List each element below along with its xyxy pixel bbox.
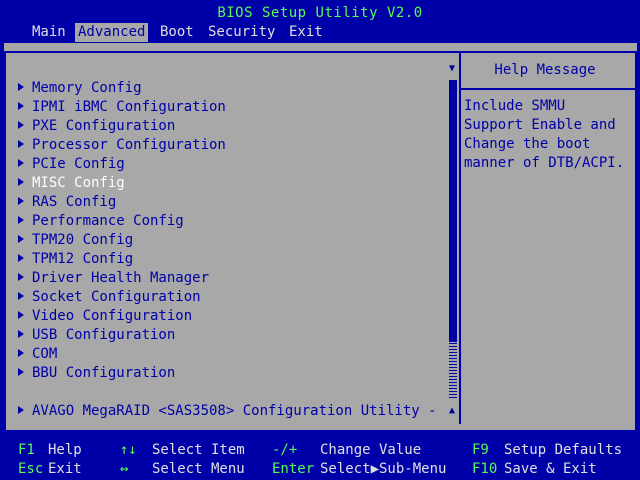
bios-title: BIOS Setup Utility V2.0 [217,5,423,21]
submenu-arrow-icon [18,368,24,376]
submenu-arrow-icon [18,83,24,91]
submenu-arrow-icon [18,273,24,281]
menu-entry-label: Video Configuration [32,308,193,324]
key-legend: F1 Help Esc Exit ↑↓ Select Item ↔ Select… [0,438,640,480]
menu-entry-label: Performance Config [32,213,184,229]
menu-entry-label: TPM20 Config [32,232,134,248]
tab-exit[interactable]: Exit [286,23,326,42]
key-enter-desc: Select▶Sub-Menu [320,461,447,477]
submenu-arrow-icon [18,292,24,300]
menu-entry[interactable]: PCIe Config [18,155,125,174]
menu-entry[interactable]: TPM12 Config [18,250,133,269]
submenu-arrow-icon [18,159,24,167]
submenu-arrow-icon [18,140,24,148]
submenu-arrow-icon [18,330,24,338]
menu-entry[interactable]: MISC Config [18,174,125,193]
tab-main[interactable]: Main [29,23,69,42]
submenu-arrow-icon [18,102,24,110]
menu-entry-label: Socket Configuration [32,289,201,305]
key-f10: F10 [472,461,498,477]
submenu-arrow-icon [18,235,24,243]
menu-bar: Main Advanced Boot Security Exit [0,22,640,43]
menu-entry-label: RAS Config [32,194,117,210]
menu-entry-label: MISC Config [32,175,125,191]
key-leftright: ↔ [120,461,129,477]
submenu-arrow-icon [18,254,24,262]
help-panel: Help Message Include SMMU Support Enable… [461,51,637,424]
tab-boot[interactable]: Boot [157,23,197,42]
menu-entry-label: AVAGO MegaRAID <SAS3508> Configuration U… [32,403,437,419]
menu-entry[interactable]: Socket Configuration [18,288,201,307]
key-updown-desc: Select Item [152,442,245,458]
menu-entry-label: PCIe Config [32,156,125,172]
scroll-down-icon[interactable]: ▼ [447,64,457,74]
submenu-arrow-icon [18,216,24,224]
key-enter: Enter [272,461,315,477]
menu-entry-label: USB Configuration [32,327,176,343]
key-f9: F9 [472,442,489,458]
scrollbar-thumb[interactable] [449,80,457,342]
key-f1: F1 [18,442,35,458]
menu-entry-label: Memory Config [32,80,142,96]
scroll-up-icon[interactable]: ▲ [447,406,457,416]
menu-entry[interactable]: BBU Configuration [18,364,175,383]
menu-entry[interactable]: Video Configuration [18,307,192,326]
menu-entry[interactable]: TPM20 Config [18,231,133,250]
help-title: Help Message [494,62,596,78]
menu-entry-label: IPMI iBMC Configuration [32,99,226,115]
tab-advanced[interactable]: Advanced [75,23,149,42]
menu-entry[interactable]: Driver Health Manager [18,269,209,288]
key-esc-desc: Exit [48,461,82,477]
help-divider [461,88,637,90]
submenu-arrow-icon [18,197,24,205]
key-updown: ↑↓ [120,442,137,458]
panel-border-bottom [4,430,637,432]
key-esc: Esc [18,461,44,477]
help-text: Include SMMU Support Enable and Change t… [464,98,625,171]
key-plusminus-desc: Change Value [320,442,422,458]
key-leftright-desc: Select Menu [152,461,245,477]
key-plusminus: -/+ [272,442,298,458]
submenu-arrow-icon [18,349,24,357]
submenu-arrow-icon [18,121,24,129]
menu-entry-label: Processor Configuration [32,137,226,153]
key-f10-desc: Save & Exit [504,461,597,477]
submenu-arrow-icon [18,178,24,186]
submenu-arrow-icon [18,406,24,414]
tab-security[interactable]: Security [205,23,278,42]
menu-entry-label: TPM12 Config [32,251,134,267]
menu-entry[interactable]: COM [18,345,57,364]
menu-entry[interactable]: RAS Config [18,193,116,212]
key-f1-desc: Help [48,442,82,458]
menu-entry[interactable]: Processor Configuration [18,136,226,155]
menu-entry[interactable]: AVAGO MegaRAID <SAS3508> Configuration U… [18,402,437,421]
menu-entry[interactable]: USB Configuration [18,326,175,345]
submenu-arrow-icon [18,311,24,319]
menu-entry-label: BBU Configuration [32,365,176,381]
menu-entry-label: PXE Configuration [32,118,176,134]
menu-entry-label: COM [32,346,58,362]
key-f9-desc: Setup Defaults [504,442,623,458]
menu-entry-label: Driver Health Manager [32,270,210,286]
menu-entry[interactable]: Performance Config [18,212,184,231]
menu-entry[interactable]: PXE Configuration [18,117,175,136]
menu-entry[interactable]: IPMI iBMC Configuration [18,98,226,117]
menu-entry[interactable]: Memory Config [18,79,142,98]
